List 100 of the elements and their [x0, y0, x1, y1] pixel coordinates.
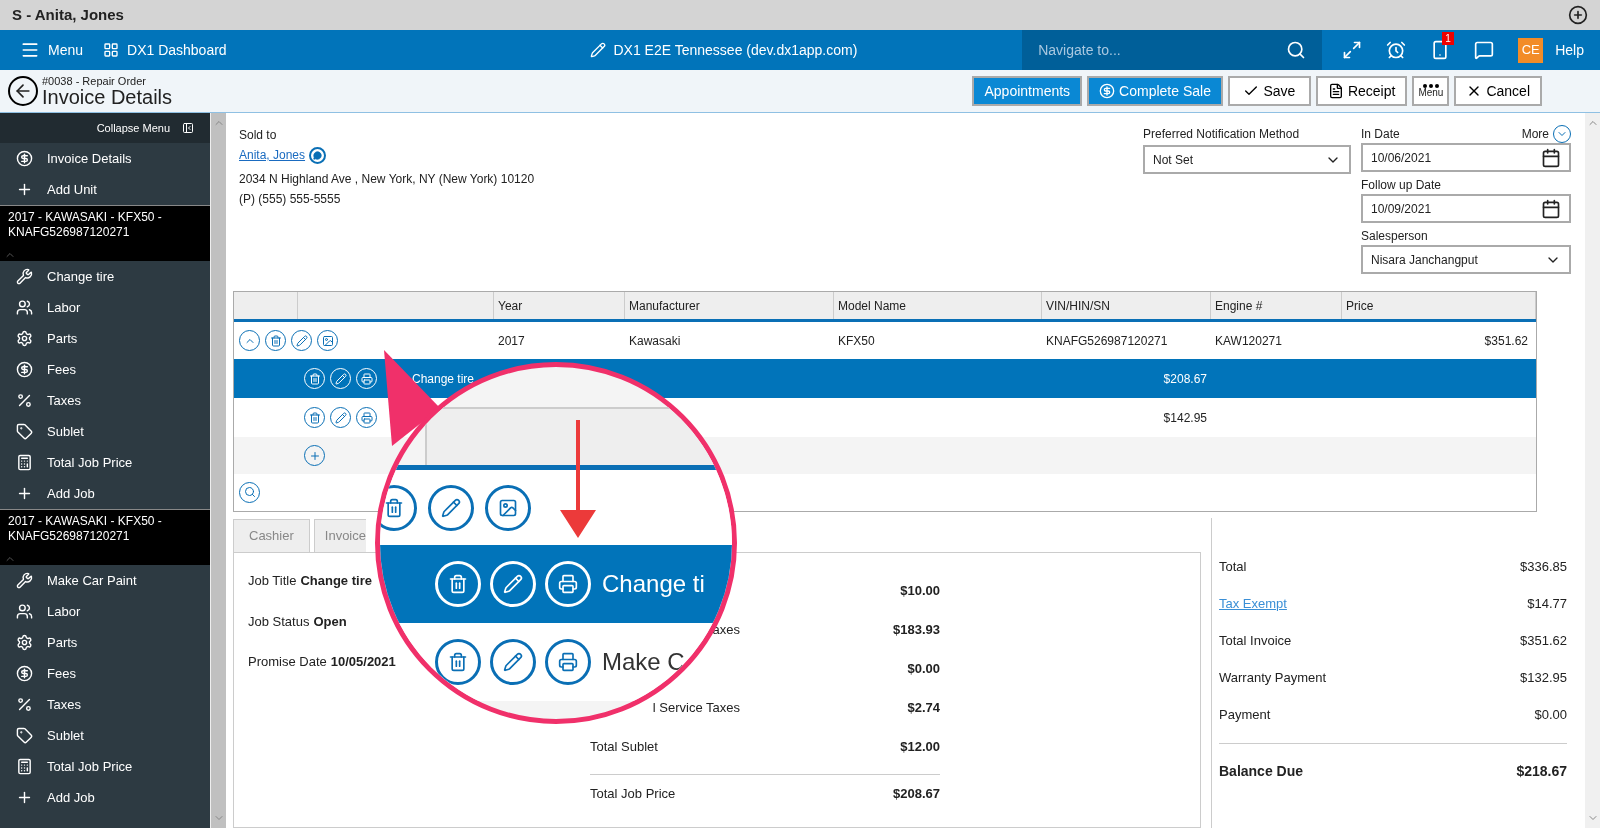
image-icon: [498, 497, 518, 518]
table-cell-text: KAW120271: [1214, 332, 1283, 350]
toolbar-button[interactable]: Cancel: [1454, 76, 1542, 106]
sold-to-label: Sold to: [239, 127, 278, 144]
document-icon: [1327, 83, 1344, 99]
sidebar-item[interactable]: Fees: [0, 658, 210, 689]
delete-button[interactable]: [435, 639, 481, 685]
trash-icon: [448, 574, 468, 594]
column-header: Manufacturer: [625, 292, 834, 319]
total-value: $2.74: [907, 698, 940, 717]
wrench-icon: [16, 268, 33, 285]
toolbar-button[interactable]: Save: [1227, 76, 1311, 106]
calendar-icon[interactable]: [1541, 198, 1561, 219]
chat-button[interactable]: [309, 146, 327, 164]
info-label: Job Status: [248, 612, 310, 631]
total-value: $183.93: [893, 620, 940, 639]
sidebar-item[interactable]: Parts: [0, 323, 210, 354]
sidebar-item[interactable]: Taxes: [0, 385, 210, 416]
page-title: Invoice Details: [42, 86, 173, 107]
dashboard-link[interactable]: DX1 Dashboard: [103, 39, 227, 61]
add-icon[interactable]: [1568, 5, 1588, 25]
collapse-icon[interactable]: [182, 122, 194, 134]
search-icon: [243, 486, 256, 498]
toolbar-button[interactable]: Complete Sale: [1087, 76, 1223, 106]
sidebar-item[interactable]: Sublet: [0, 720, 210, 751]
more-menu-button[interactable]: Menu: [1412, 76, 1450, 106]
sidebar-item[interactable]: Add Job: [0, 478, 210, 509]
sidebar-item[interactable]: Total Job Price: [0, 751, 210, 782]
navigate-input[interactable]: Navigate to...: [1038, 39, 1287, 61]
info-label: Job Title: [248, 572, 297, 590]
total-value: $208.67: [893, 785, 940, 804]
navigate-field[interactable]: Navigate to...: [1022, 30, 1323, 70]
chat-icon[interactable]: [1474, 40, 1495, 60]
sidebar-item[interactable]: Total Job Price: [0, 447, 210, 478]
date-field[interactable]: 10/06/2021: [1361, 143, 1571, 172]
people-icon: [16, 299, 33, 316]
print-button[interactable]: [545, 639, 591, 685]
salesperson-select[interactable]: Nisara Janchangput: [1361, 245, 1571, 274]
column-header: Price: [1342, 292, 1536, 319]
alarm-clock-icon[interactable]: [1386, 40, 1407, 60]
column-header: Engine #: [1211, 292, 1342, 319]
image-button[interactable]: [485, 484, 531, 531]
total-value: $10.00: [900, 581, 940, 600]
tax-exempt-link[interactable]: Tax Exempt: [1219, 593, 1287, 614]
field-label: Salesperson: [1361, 228, 1429, 245]
back-button[interactable]: [8, 76, 38, 106]
tag-icon: [16, 727, 33, 744]
unit-header[interactable]: 2017 - KAWASAKI - KFX50 - KNAFG526987120271: [0, 205, 210, 261]
toolbar-button[interactable]: Appointments: [972, 76, 1083, 106]
calculator-icon: [16, 454, 33, 471]
notification-badge: 1: [1442, 32, 1454, 45]
sidebar-item[interactable]: Invoice Details: [0, 143, 210, 174]
notification-select[interactable]: Not Set: [1143, 145, 1351, 174]
more-link[interactable]: More: [1521, 125, 1549, 143]
pencil-icon: [295, 334, 308, 347]
printer-icon: [558, 652, 578, 672]
site-name: DX1 E2E Tennessee (dev.dx1app.com): [613, 40, 858, 60]
pencil-icon: [334, 372, 347, 385]
trash-icon: [384, 497, 404, 518]
sidebar-item[interactable]: Add Unit: [0, 174, 210, 205]
sidebar-item[interactable]: Add Job: [0, 782, 210, 813]
sidebar-item[interactable]: Labor: [0, 292, 210, 323]
sidebar-item[interactable]: Make Car Paint: [0, 565, 210, 596]
sidebar-item[interactable]: Taxes: [0, 689, 210, 720]
gear-icon: [16, 634, 33, 651]
search-icon[interactable]: [1286, 40, 1307, 60]
edit-button[interactable]: [428, 484, 474, 531]
date-field[interactable]: 10/09/2021: [1361, 194, 1571, 223]
trash-icon: [269, 334, 282, 347]
image-icon: [321, 334, 334, 347]
table-cell-text: $351.62: [1483, 332, 1529, 350]
sidebar-item[interactable]: Labor: [0, 596, 210, 627]
table-cell-text: Kawasaki: [628, 332, 682, 350]
calendar-icon[interactable]: [1541, 147, 1561, 168]
sidebar-item[interactable]: Fees: [0, 354, 210, 385]
sidebar-item[interactable]: Change tire: [0, 261, 210, 292]
customer-phone: (P) (555) 555-5555: [239, 191, 342, 208]
plus-icon: [16, 789, 33, 806]
info-value: 10/05/2021: [330, 653, 396, 671]
speech-bubble-icon: [313, 150, 323, 160]
percent-icon: [16, 696, 33, 713]
sidebar-item[interactable]: Sublet: [0, 416, 210, 447]
trash-icon: [308, 372, 321, 385]
total-label: l Service Taxes: [652, 699, 740, 715]
field-label: Preferred Notification Method: [1143, 126, 1301, 143]
edit-button[interactable]: [490, 639, 536, 685]
expand-icon[interactable]: [1342, 40, 1363, 60]
order-number: #0038 - Repair Order: [42, 75, 147, 87]
sidebar-item[interactable]: Parts: [0, 627, 210, 658]
customer-link[interactable]: Anita, Jones: [239, 145, 306, 165]
summary-value: $351.62: [1520, 631, 1567, 650]
total-value: $12.00: [900, 737, 940, 756]
calculator-icon: [16, 758, 33, 775]
delete-button[interactable]: [380, 484, 417, 531]
unit-header[interactable]: 2017 - KAWASAKI - KFX50 - KNAFG526987120271: [0, 509, 210, 565]
menu-button[interactable]: Menu: [0, 39, 104, 61]
help-link[interactable]: Help: [1555, 39, 1584, 61]
people-icon: [16, 603, 33, 620]
unit-title: 2017 - KAWASAKI - KFX50 - KNAFG526987120271: [8, 210, 162, 239]
toolbar-button[interactable]: Receipt: [1315, 76, 1408, 106]
